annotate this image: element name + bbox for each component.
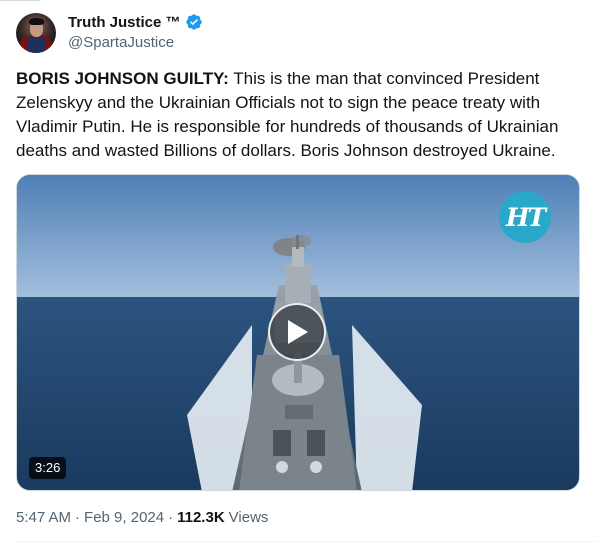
play-icon: [288, 320, 308, 344]
separator: ·: [168, 509, 174, 526]
handle[interactable]: @SpartaJustice: [68, 34, 203, 51]
views-label: Views: [228, 509, 269, 526]
author-info: Truth Justice ™ @SpartaJustice: [68, 12, 203, 51]
tweet-metadata: 5:47 AM · Feb 9, 2024 · 112.3K Views: [16, 509, 268, 526]
avatar[interactable]: [16, 13, 56, 53]
views-count[interactable]: 112.3K: [177, 509, 225, 526]
video-player[interactable]: HT 3:26: [16, 174, 580, 491]
divider: [0, 0, 40, 1]
tweet-lead: BORIS JOHNSON GUILTY:: [16, 69, 229, 88]
tweet-card: Truth Justice ™ @SpartaJustice BORIS JOH…: [0, 0, 611, 545]
tweet-text: BORIS JOHNSON GUILTY: This is the man th…: [16, 67, 596, 163]
separator: ·: [75, 509, 81, 526]
post-date[interactable]: Feb 9, 2024: [84, 509, 164, 526]
video-duration: 3:26: [29, 457, 67, 479]
ht-watermark-logo: HT: [499, 191, 551, 243]
post-time[interactable]: 5:47 AM: [16, 509, 71, 526]
display-name[interactable]: Truth Justice ™: [68, 14, 181, 31]
verified-badge-icon: [185, 14, 202, 30]
play-button[interactable]: [268, 303, 326, 361]
display-name-row: Truth Justice ™: [68, 12, 203, 32]
divider: [16, 541, 596, 542]
